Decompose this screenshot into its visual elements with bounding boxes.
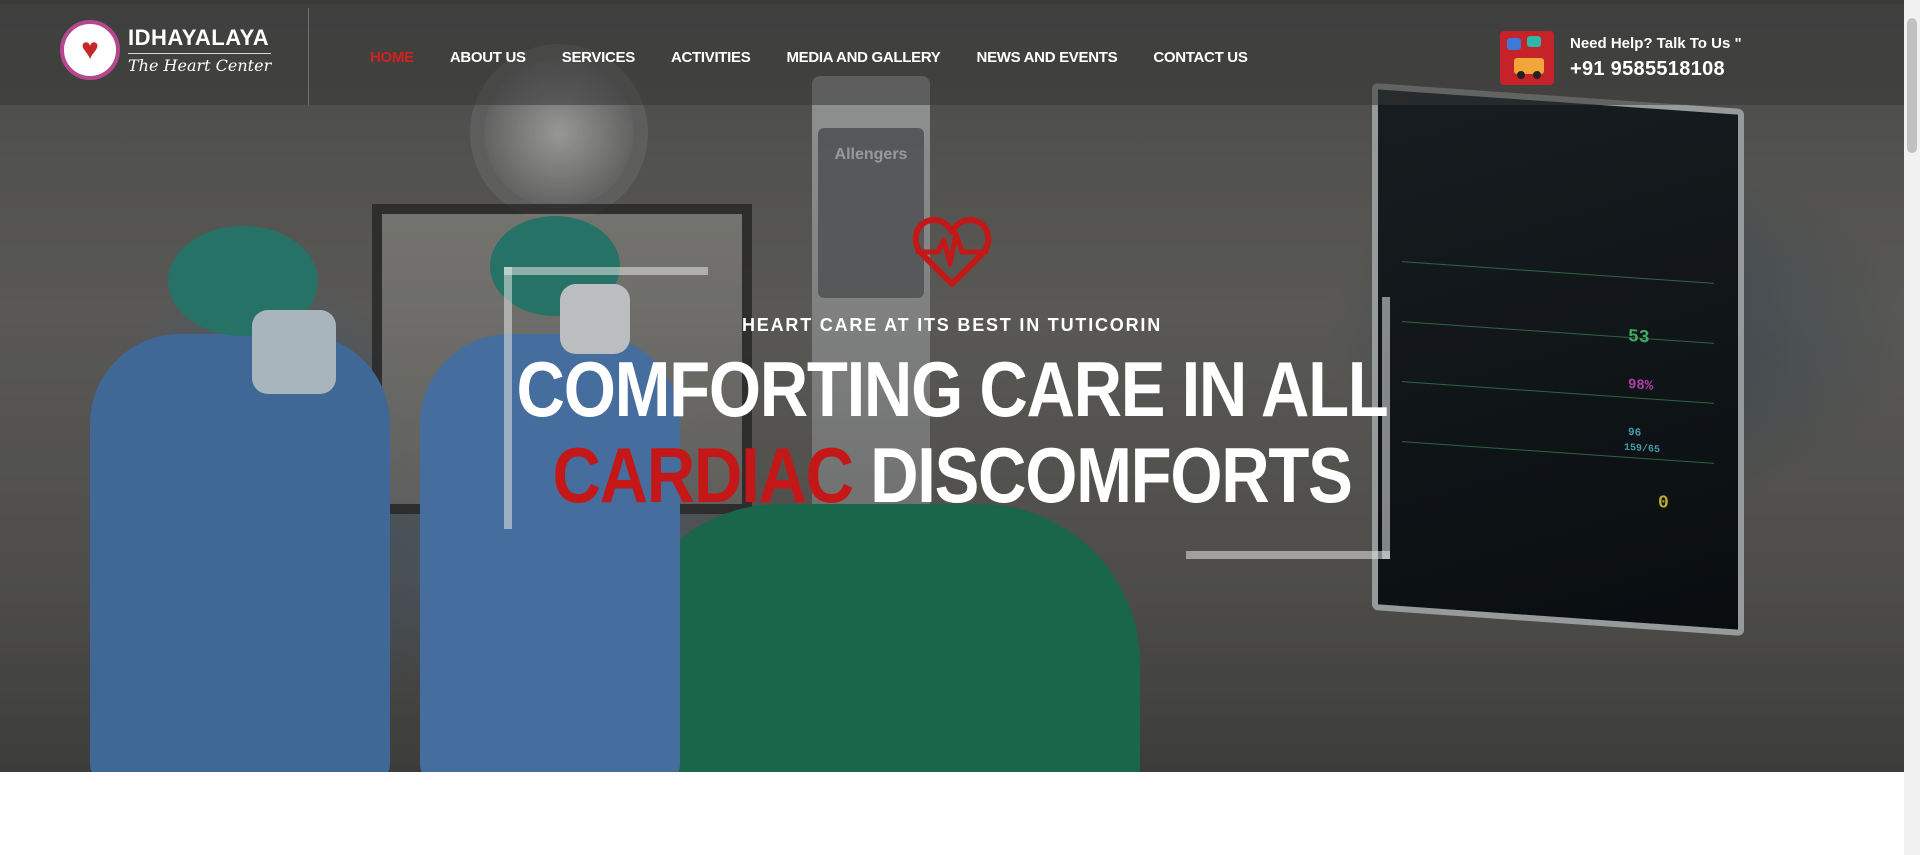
- help-contact[interactable]: Need Help? Talk To Us " +91 9585518108: [1500, 31, 1742, 85]
- help-text: Need Help? Talk To Us " +91 9585518108: [1570, 31, 1742, 81]
- scrollbar-thumb[interactable]: [1907, 18, 1917, 153]
- site-logo[interactable]: ♥ IDHAYALAYA The Heart Center: [60, 20, 272, 80]
- hero-headline: COMFORTING CARE IN ALL CARDIAC DISCOMFOR…: [0, 350, 1904, 514]
- help-title: Need Help? Talk To Us ": [1570, 35, 1742, 52]
- headline-line-1: COMFORTING CARE IN ALL: [516, 345, 1389, 433]
- main-nav: HOME ABOUT US SERVICES ACTIVITIES MEDIA …: [370, 49, 1284, 66]
- hero-tagline: HEART CARE AT ITS BEST IN TUTICORIN: [742, 315, 1162, 335]
- logo-tagline: The Heart Center: [128, 56, 272, 75]
- hero-content: HEART CARE AT ITS BEST IN TUTICORIN COMF…: [0, 214, 1904, 514]
- nav-about-us[interactable]: ABOUT US: [450, 49, 526, 66]
- nav-contact-us[interactable]: CONTACT US: [1153, 49, 1248, 66]
- nav-services[interactable]: SERVICES: [562, 49, 635, 66]
- header-divider: [308, 8, 309, 105]
- heartbeat-icon: [912, 217, 992, 287]
- logo-name: IDHAYALAYA: [128, 25, 272, 54]
- headline-line-2: CARDIAC DISCOMFORTS: [133, 436, 1770, 514]
- nav-news-and-events[interactable]: NEWS AND EVENTS: [977, 49, 1118, 66]
- nav-media-and-gallery[interactable]: MEDIA AND GALLERY: [786, 49, 940, 66]
- nav-home[interactable]: HOME: [370, 49, 414, 66]
- help-phone[interactable]: +91 9585518108: [1570, 58, 1742, 81]
- headline-rest: DISCOMFORTS: [870, 431, 1353, 519]
- hero-banner: Allengers 53 98% 96 159/65 0 HEART CARE …: [0, 4, 1904, 772]
- headline-accent: CARDIAC: [552, 431, 854, 519]
- site-header: ♥ IDHAYALAYA The Heart Center HOME ABOUT…: [0, 4, 1904, 105]
- ambulance-chat-icon: [1500, 31, 1554, 85]
- logo-badge: ♥: [60, 20, 120, 80]
- heart-hand-icon: ♥: [81, 33, 99, 66]
- logo-text: IDHAYALAYA The Heart Center: [128, 25, 272, 75]
- nav-activities[interactable]: ACTIVITIES: [671, 49, 751, 66]
